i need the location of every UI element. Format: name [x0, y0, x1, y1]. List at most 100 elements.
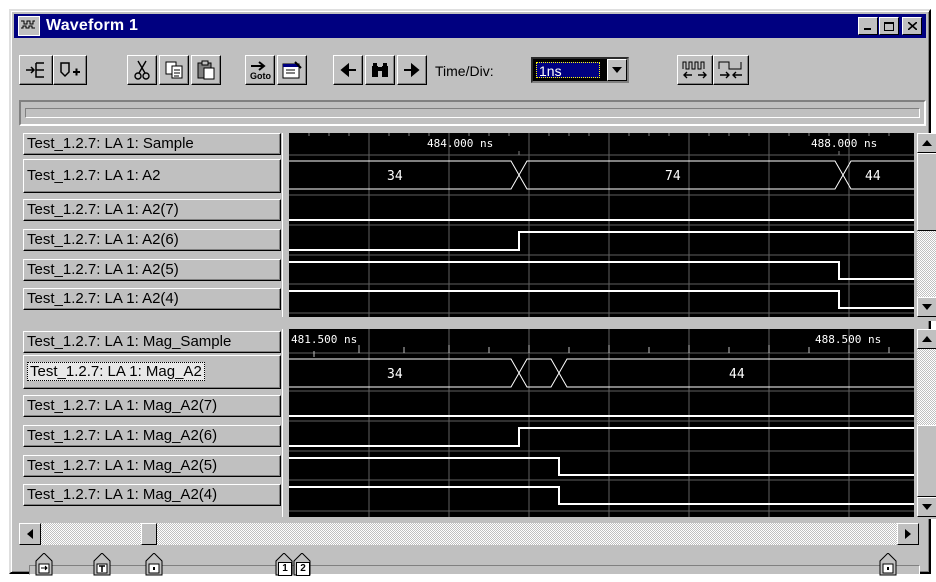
top-signal-pane: Test_1.2.7: LA 1: Sample Test_1.2.7: LA …: [19, 133, 936, 321]
previous-button[interactable]: [333, 55, 363, 85]
signal-name-mag-a2-5[interactable]: Test_1.2.7: LA 1: Mag_A2(5): [23, 455, 281, 477]
signal-name-a2[interactable]: Test_1.2.7: LA 1: A2: [23, 159, 281, 193]
signal-label: Test_1.2.7: LA 1: Mag_A2(5): [27, 457, 218, 474]
horizontal-scrollbar[interactable]: [19, 523, 919, 545]
goto-icon: Goto: [248, 59, 272, 81]
signal-name-a2-4[interactable]: Test_1.2.7: LA 1: A2(4): [23, 288, 281, 310]
cut-button[interactable]: [127, 55, 157, 85]
signal-label: Test_1.2.7: LA 1: Mag_A2(6): [27, 427, 218, 444]
zoom-out-icon: [681, 59, 709, 81]
time-div-select[interactable]: 1ns: [531, 57, 629, 83]
zoom-in-icon: [717, 59, 745, 81]
toolbar: Goto Time/Div: 1ns: [19, 51, 919, 91]
paste-icon: [196, 60, 216, 80]
time-div-value: 1ns: [536, 62, 600, 79]
dropdown-arrow-icon[interactable]: [607, 59, 627, 81]
marker-1-label: 1: [278, 562, 292, 576]
next-icon: [402, 62, 422, 78]
signal-label: Test_1.2.7: LA 1: A2: [27, 167, 161, 184]
minimize-button[interactable]: [858, 17, 878, 35]
marker-2-label: 2: [296, 562, 310, 576]
prev-icon: [338, 62, 358, 78]
signal-label: Test_1.2.7: LA 1: Mag_A2(4): [27, 486, 218, 503]
scroll-track[interactable]: [41, 523, 897, 545]
signal-label: Test_1.2.7: LA 1: A2(6): [27, 231, 179, 248]
bus-value-44: 44: [865, 169, 881, 184]
bus-value-34: 34: [387, 169, 403, 184]
time-label-488-5: 488.500 ns: [815, 333, 881, 346]
signal-name-mag-a2[interactable]: Test_1.2.7: LA 1: Mag_A2: [23, 355, 281, 389]
copy-button[interactable]: [159, 55, 189, 85]
marker-1-icon[interactable]: 1: [275, 553, 293, 577]
add-bus-icon: [58, 60, 82, 80]
add-bus-button[interactable]: [53, 55, 87, 85]
signal-label: Test_1.2.7: LA 1: Mag_A2(7): [27, 397, 218, 414]
goto-icon-label: Goto: [250, 71, 271, 81]
goto-button[interactable]: Goto: [245, 55, 275, 85]
signal-name-a2-7[interactable]: Test_1.2.7: LA 1: A2(7): [23, 199, 281, 221]
paste-button[interactable]: [191, 55, 221, 85]
find-button[interactable]: [365, 55, 395, 85]
properties-button[interactable]: [277, 55, 307, 85]
copy-icon: [164, 60, 184, 80]
title-bar[interactable]: Waveform 1: [14, 14, 926, 38]
signal-label: Test_1.2.7: LA 1: Mag_Sample: [27, 333, 232, 350]
zoom-out-button[interactable]: [677, 55, 713, 85]
signal-name-sample[interactable]: Test_1.2.7: LA 1: Sample: [23, 133, 281, 155]
waveform-window: Waveform 1 Goto Time/Div: 1ns Test_1.2.7…: [9, 9, 936, 576]
top-vertical-scrollbar[interactable]: [917, 133, 936, 317]
maximize-button[interactable]: [879, 17, 899, 35]
bus-value-44: 44: [729, 367, 745, 382]
scroll-down-icon[interactable]: [917, 297, 936, 317]
signal-name-mag-a2-4[interactable]: Test_1.2.7: LA 1: Mag_A2(4): [23, 484, 281, 506]
cut-icon: [132, 59, 152, 81]
end-marker-icon[interactable]: [879, 552, 897, 577]
signal-name-mag-sample[interactable]: Test_1.2.7: LA 1: Mag_Sample: [23, 331, 281, 353]
scroll-thumb[interactable]: [917, 153, 936, 231]
time-label-488: 488.000 ns: [811, 137, 877, 150]
zoom-in-button[interactable]: [713, 55, 749, 85]
scroll-right-icon[interactable]: [897, 523, 919, 545]
properties-icon: [281, 60, 303, 80]
signal-label: Test_1.2.7: LA 1: Mag_A2: [27, 362, 205, 381]
scroll-up-icon[interactable]: [917, 133, 936, 153]
overview-ruler[interactable]: [19, 100, 926, 126]
signal-name-mag-a2-7[interactable]: Test_1.2.7: LA 1: Mag_A2(7): [23, 395, 281, 417]
add-signal-icon: [24, 60, 48, 80]
overview-track: [25, 108, 920, 118]
signal-name-a2-5[interactable]: Test_1.2.7: LA 1: A2(5): [23, 259, 281, 281]
scroll-down-icon[interactable]: [917, 497, 936, 517]
signal-name-mag-a2-6[interactable]: Test_1.2.7: LA 1: Mag_A2(6): [23, 425, 281, 447]
signal-label: Test_1.2.7: LA 1: A2(4): [27, 290, 179, 307]
top-waveform-area[interactable]: 484.000 ns 488.000 ns 34 74 44: [289, 133, 914, 317]
scroll-thumb[interactable]: [917, 425, 936, 497]
trigger-marker-icon[interactable]: [93, 552, 111, 577]
time-div-label: Time/Div:: [435, 63, 494, 79]
bottom-waveform-area[interactable]: 481.500 ns 488.500 ns 34 44: [289, 329, 914, 517]
window-title: Waveform 1: [46, 17, 139, 34]
top-waveform-svg: 484.000 ns 488.000 ns 34 74 44: [289, 133, 914, 317]
origin-marker-icon[interactable]: [145, 552, 163, 577]
scroll-left-icon[interactable]: [19, 523, 41, 545]
bus-value-34: 34: [387, 367, 403, 382]
marker-2-icon[interactable]: 2: [293, 553, 311, 577]
time-label-484: 484.000 ns: [427, 137, 493, 150]
find-icon: [370, 61, 390, 79]
signal-name-a2-6[interactable]: Test_1.2.7: LA 1: A2(6): [23, 229, 281, 251]
bottom-vertical-scrollbar[interactable]: [917, 329, 936, 517]
time-label-481: 481.500 ns: [291, 333, 357, 346]
waveform-app-icon: [18, 16, 40, 36]
scroll-thumb[interactable]: [141, 523, 157, 545]
signal-label: Test_1.2.7: LA 1: Sample: [27, 135, 194, 152]
begin-marker-icon[interactable]: [35, 552, 53, 577]
bus-value-74: 74: [665, 169, 681, 184]
signal-label: Test_1.2.7: LA 1: A2(7): [27, 201, 179, 218]
marker-bar[interactable]: 1 2: [19, 551, 926, 579]
signal-label: Test_1.2.7: LA 1: A2(5): [27, 261, 179, 278]
add-signal-button[interactable]: [19, 55, 53, 85]
bottom-waveform-svg: 481.500 ns 488.500 ns 34 44: [289, 329, 914, 517]
scroll-up-icon[interactable]: [917, 329, 936, 349]
bottom-signal-pane: Test_1.2.7: LA 1: Mag_Sample Test_1.2.7:…: [19, 329, 936, 519]
next-button[interactable]: [397, 55, 427, 85]
close-button[interactable]: [902, 17, 922, 35]
